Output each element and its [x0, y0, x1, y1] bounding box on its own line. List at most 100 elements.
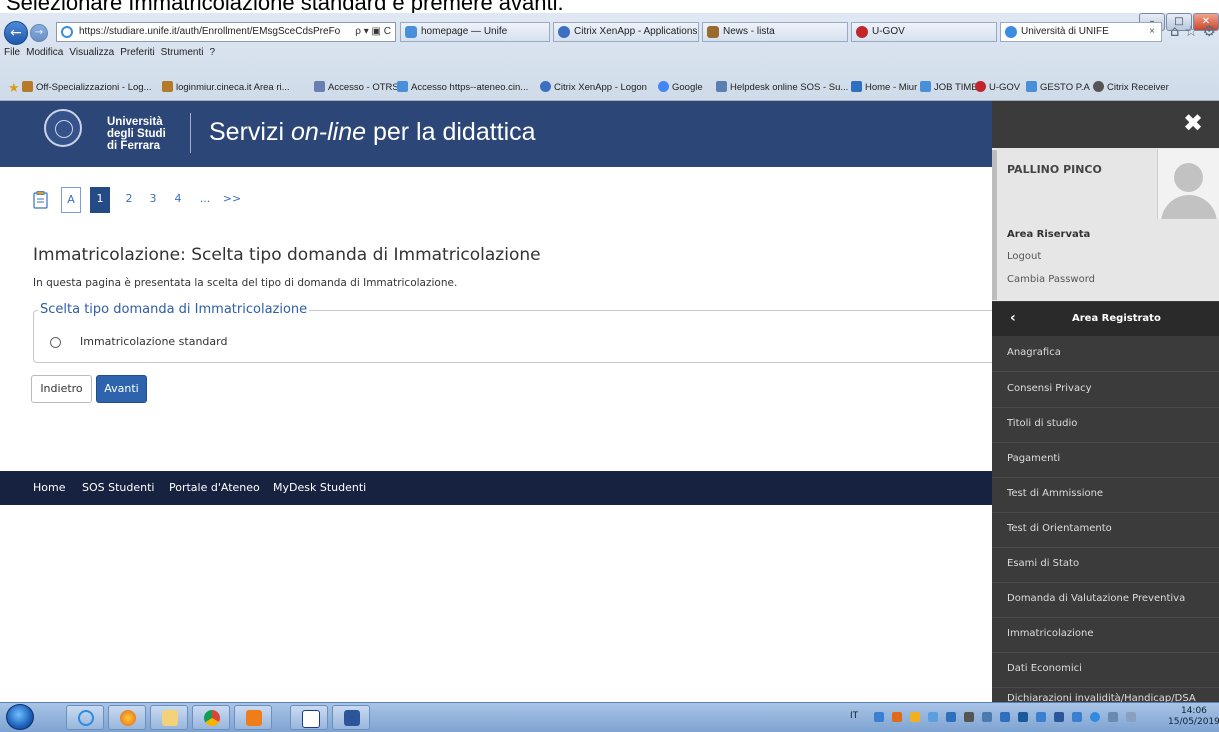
clipboard-icon [33, 191, 48, 209]
step-next[interactable]: >> [221, 187, 243, 213]
close-panel-icon[interactable]: ✖ [1178, 108, 1208, 138]
favorite-icon [397, 81, 408, 92]
favorite-link[interactable]: Google [658, 81, 703, 95]
tray-icon[interactable] [964, 712, 974, 722]
panel-scrollbar[interactable] [992, 150, 997, 300]
step-more[interactable]: ... [195, 187, 215, 213]
footer-link-home[interactable]: Home [33, 481, 65, 494]
sidebar-item-pagamenti[interactable]: Pagamenti [992, 442, 1219, 478]
taskbar-clock[interactable]: 14:06 15/05/2019 [1168, 706, 1219, 728]
favorite-link[interactable]: JOB TIME [920, 81, 978, 95]
sidebar-item-label: Immatricolazione [1007, 628, 1094, 639]
favorite-icon [162, 81, 173, 92]
favorite-icon [1026, 81, 1037, 92]
address-tools[interactable]: ρ ▾ ▣ C [355, 23, 391, 41]
next-button[interactable]: Avanti [96, 375, 147, 403]
taskbar-firefox-icon[interactable] [108, 705, 146, 730]
favorite-link[interactable]: Off-Specializzazioni - Log... [22, 81, 151, 95]
fieldset-legend: Scelta tipo domanda di Immatricolazione [38, 302, 310, 317]
favorite-link[interactable]: GESTO P.A [1026, 81, 1090, 95]
footer-link-mydesk[interactable]: MyDesk Studenti [273, 481, 366, 494]
sidebar-item-titoli-di-studio[interactable]: Titoli di studio [992, 407, 1219, 443]
back-arrow-icon[interactable]: ← [4, 21, 28, 45]
footer-link-portale[interactable]: Portale d'Ateneo [169, 481, 260, 494]
sidebar-item-esami-di-stato[interactable]: Esami di Stato [992, 547, 1219, 583]
tray-icon[interactable] [946, 712, 956, 722]
favorite-link[interactable]: Accesso https--ateneo.cin... [397, 81, 528, 95]
menu-strumenti[interactable]: Strumenti [161, 47, 204, 58]
sidebar-item-anagrafica[interactable]: Anagrafica [992, 336, 1219, 372]
tray-icon[interactable] [1072, 712, 1082, 722]
home-star-gear-icons[interactable]: ⌂ ☆ ⚙ [1170, 22, 1216, 40]
step-2[interactable]: 2 [119, 187, 139, 213]
favorite-link[interactable]: Home - Miur [851, 81, 917, 95]
menu-preferiti[interactable]: Preferiti [120, 47, 154, 58]
radio-label[interactable]: Immatricolazione standard [80, 335, 227, 348]
sidebar-item-dichiarazioni[interactable]: Dichiarazioni invalidità/Handicap/DSA [992, 687, 1219, 702]
tray-icon[interactable] [982, 712, 992, 722]
favorite-label: Citrix XenApp - Logon [554, 82, 647, 93]
taskbar-ie-icon[interactable] [66, 705, 104, 730]
tab-homepage-unife[interactable]: homepage — Unife [400, 22, 550, 42]
taskbar-library-icon[interactable] [290, 705, 328, 730]
favorite-link[interactable]: Accesso - OTRS [314, 81, 399, 95]
menu-file[interactable]: File [4, 47, 20, 58]
tab-label: U-GOV [872, 26, 905, 37]
language-indicator[interactable]: IT [850, 711, 858, 721]
tray-icon[interactable] [1000, 712, 1010, 722]
favorite-link[interactable]: Citrix Receiver [1093, 81, 1169, 95]
step-a[interactable]: A [61, 187, 81, 213]
sidebar-item-dati-economici[interactable]: Dati Economici [992, 652, 1219, 688]
clock-time: 14:06 [1180, 706, 1207, 716]
footer-link-sos[interactable]: SOS Studenti [82, 481, 154, 494]
favorite-link[interactable]: Citrix XenApp - Logon [540, 81, 647, 95]
network-icon[interactable] [1108, 712, 1118, 722]
taskbar-chrome-icon[interactable] [192, 705, 230, 730]
change-password-link[interactable]: Cambia Password [1007, 274, 1095, 285]
volume-icon[interactable] [1126, 712, 1136, 722]
step-3[interactable]: 3 [143, 187, 163, 213]
close-tab-icon[interactable]: × [1149, 23, 1155, 41]
sidebar-item-test-orientamento[interactable]: Test di Orientamento [992, 512, 1219, 548]
tray-icon[interactable] [1054, 712, 1064, 722]
university-seal-logo[interactable] [44, 109, 82, 147]
tray-icon[interactable] [1036, 712, 1046, 722]
tab-ugov[interactable]: U-GOV [851, 22, 997, 42]
favorite-icon [975, 81, 986, 92]
favorites-star-icon[interactable]: ★ [8, 81, 20, 95]
sidebar-item-consensi-privacy[interactable]: Consensi Privacy [992, 372, 1219, 408]
immatricolazione-standard-radio[interactable] [50, 337, 61, 348]
tab-citrix-apps[interactable]: Citrix XenApp - Applications [553, 22, 699, 42]
taskbar-explorer-icon[interactable] [150, 705, 188, 730]
menu-modifica[interactable]: Modifica [26, 47, 63, 58]
menu-visualizza[interactable]: Visualizza [69, 47, 114, 58]
tray-icon[interactable] [874, 712, 884, 722]
forward-arrow-icon[interactable]: → [30, 24, 48, 42]
step-1-current[interactable]: 1 [90, 187, 110, 213]
ie-page-icon [61, 26, 73, 38]
tray-icon[interactable] [1090, 712, 1100, 722]
tab-universita-unife[interactable]: Università di UNIFE × [1000, 22, 1162, 42]
tray-icon[interactable] [892, 712, 902, 722]
tab-news-lista[interactable]: News - lista [702, 22, 848, 42]
logout-link[interactable]: Logout [1007, 251, 1041, 262]
tray-icon[interactable] [1018, 712, 1028, 722]
menu-help[interactable]: ? [209, 47, 215, 58]
uni-line: degli Studi [107, 128, 166, 140]
tray-icon[interactable] [910, 712, 920, 722]
tray-icon[interactable] [928, 712, 938, 722]
start-button-icon[interactable] [6, 704, 34, 730]
sidebar-item-valutazione-preventiva[interactable]: Domanda di Valutazione Preventiva [992, 582, 1219, 618]
taskbar-word-icon[interactable] [332, 705, 370, 730]
favorite-icon [851, 81, 862, 92]
favorite-link[interactable]: loginmiur.cineca.it Area ri... [162, 81, 290, 95]
taskbar-media-icon[interactable] [234, 705, 272, 730]
sidebar-item-immatricolazione[interactable]: Immatricolazione [992, 617, 1219, 653]
favorite-link[interactable]: U-GOV [975, 81, 1020, 95]
favorite-link[interactable]: Helpdesk online SOS - Su... [716, 81, 848, 95]
chevron-left-icon[interactable]: ‹ [1010, 310, 1016, 326]
step-4[interactable]: 4 [168, 187, 188, 213]
sidebar-item-test-ammissione[interactable]: Test di Ammissione [992, 477, 1219, 513]
address-bar[interactable]: https://studiare.unife.it/auth/Enrollmen… [56, 22, 396, 42]
back-button[interactable]: Indietro [31, 375, 92, 403]
